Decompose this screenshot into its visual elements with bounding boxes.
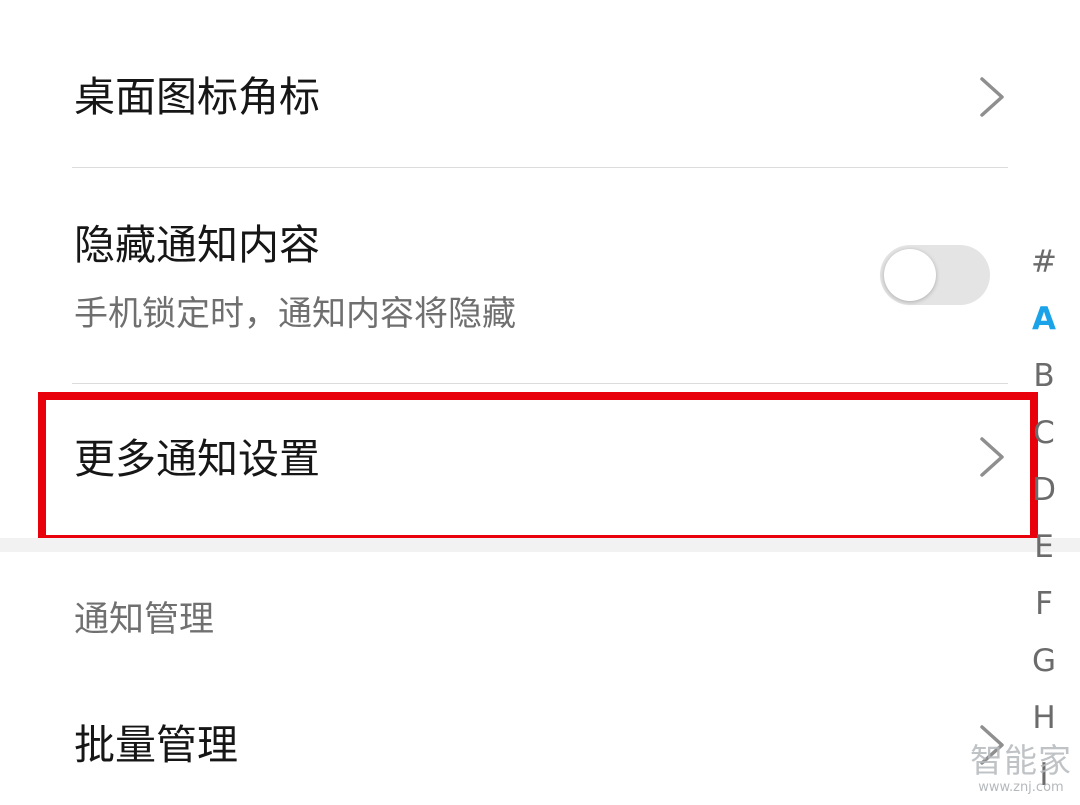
chevron-right-icon	[980, 437, 1004, 477]
hide-content-subtitle: 手机锁定时，通知内容将隐藏	[74, 294, 516, 334]
setting-row-more-settings[interactable]: 更多通知设置	[0, 384, 1080, 538]
index-letter-hash[interactable]: #	[1022, 242, 1066, 282]
chevron-right-icon	[980, 77, 1004, 117]
index-letter-h[interactable]: H	[1022, 698, 1066, 738]
toggle-knob	[884, 249, 936, 301]
index-letter-d[interactable]: D	[1022, 470, 1066, 510]
watermark-logo: 智能家	[970, 741, 1072, 780]
index-letter-g[interactable]: G	[1022, 641, 1066, 681]
section-separator	[0, 538, 1080, 552]
index-letter-a[interactable]: A	[1022, 299, 1066, 339]
section-header-notification-management: 通知管理	[74, 600, 215, 640]
hide-content-toggle[interactable]	[880, 245, 990, 305]
watermark: 智能家 www.znj.com	[968, 742, 1074, 796]
badge-row-title: 桌面图标角标	[74, 73, 320, 121]
hide-content-title: 隐藏通知内容	[74, 221, 320, 269]
index-letter-f[interactable]: F	[1022, 584, 1066, 624]
index-letter-b[interactable]: B	[1022, 356, 1066, 396]
more-settings-title: 更多通知设置	[74, 435, 320, 483]
index-letter-e[interactable]: E	[1022, 527, 1066, 567]
setting-row-badge[interactable]: 桌面图标角标	[0, 0, 1080, 168]
watermark-url: www.znj.com	[978, 780, 1064, 795]
batch-manage-title: 批量管理	[74, 721, 238, 769]
setting-row-batch-manage[interactable]: 批量管理	[0, 680, 1080, 805]
index-letter-c[interactable]: C	[1022, 413, 1066, 453]
